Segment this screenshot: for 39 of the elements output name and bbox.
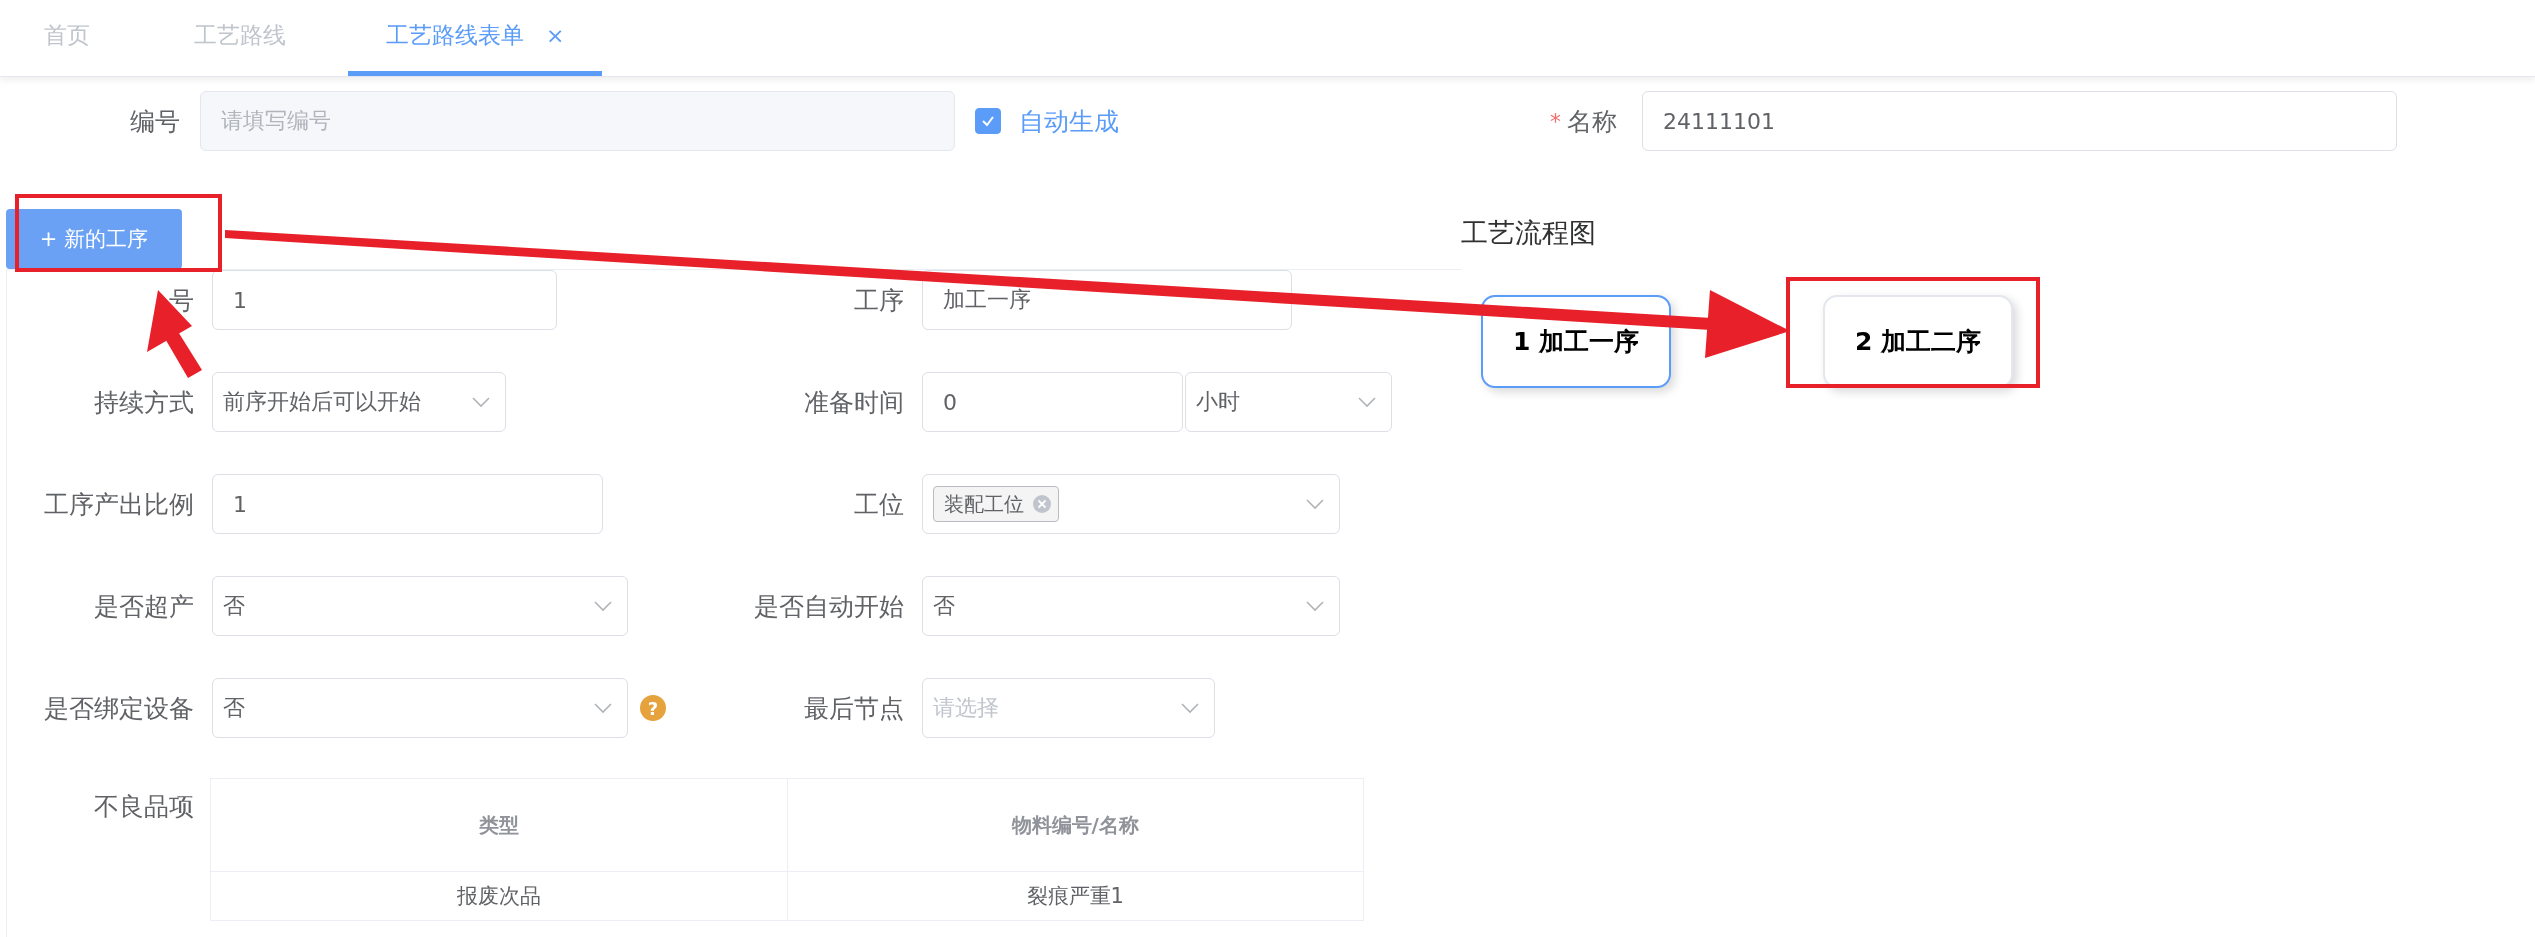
select-field[interactable]: 否	[212, 678, 628, 738]
flow-title: 工艺流程图	[1461, 216, 1597, 250]
checkbox[interactable]	[975, 108, 1001, 134]
chevron-down-icon	[593, 702, 613, 714]
chevron-down-icon	[1305, 498, 1325, 510]
field-label: 持续方式	[93, 386, 194, 419]
text-input[interactable]: 1	[212, 270, 557, 330]
select-field[interactable]: 否	[212, 576, 628, 636]
field-label: 工位	[853, 488, 904, 521]
field-label: 是否超产	[93, 590, 194, 623]
tag: 装配工位	[933, 486, 1059, 522]
required-mark: *	[1550, 108, 1561, 134]
number-input[interactable]: 0	[922, 372, 1183, 432]
select-field[interactable]: 否	[922, 576, 1340, 636]
select-field[interactable]: 前序开始后可以开始	[212, 372, 506, 432]
unit-select[interactable]: 小时	[1185, 372, 1392, 432]
field-label: 准备时间	[803, 386, 904, 419]
field-label: 最后节点	[803, 692, 904, 725]
chevron-down-icon	[1180, 702, 1200, 714]
chevron-down-icon	[1357, 396, 1377, 408]
field-label: 是否绑定设备	[43, 692, 194, 725]
table-cell: 报废次品	[210, 871, 787, 921]
table-cell: 裂痕严重1	[787, 871, 1364, 921]
name-input[interactable]: 24111101	[1642, 91, 2397, 151]
column-header: 类型	[210, 778, 787, 872]
field-label: 不良品项	[93, 791, 194, 823]
field-label: 是否自动开始	[753, 590, 904, 623]
multi-select-field[interactable]: 装配工位	[922, 474, 1340, 534]
field-label: 编号	[129, 105, 180, 138]
tag-close-icon[interactable]	[1032, 494, 1052, 514]
chevron-down-icon	[593, 600, 613, 612]
field-label: 工序产出比例	[43, 488, 194, 521]
field-label: 名称	[1567, 105, 1617, 138]
chevron-down-icon	[471, 396, 491, 408]
field-label: 工序	[853, 284, 904, 317]
text-input[interactable]: 1	[212, 474, 603, 534]
chevron-down-icon	[1305, 600, 1325, 612]
column-header: 物料编号/名称	[787, 778, 1364, 872]
field-label: 号	[168, 284, 194, 317]
